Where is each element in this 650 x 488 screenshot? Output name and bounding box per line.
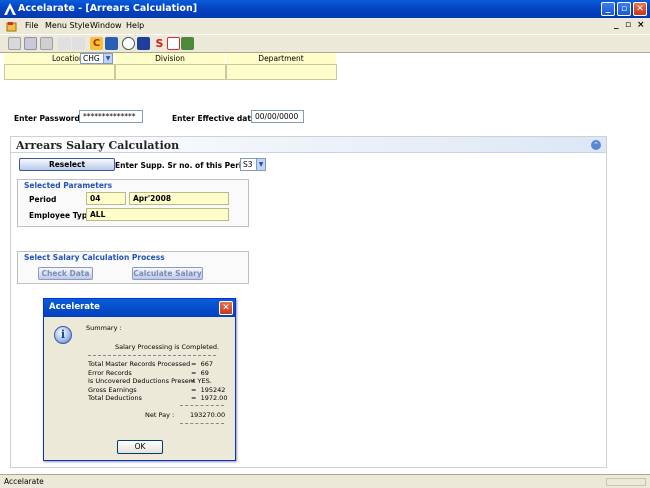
status-bar: Accelarate <box>0 474 650 488</box>
department-label: Department <box>226 53 336 64</box>
minimize-button[interactable]: _ <box>601 2 615 16</box>
dialog-row-value: = 667 <box>191 360 213 368</box>
calculate-salary-button[interactable]: Calculate Salary <box>132 267 203 280</box>
status-panel <box>606 478 646 486</box>
reselect-button[interactable]: Reselect <box>19 158 115 171</box>
dialog-separator <box>180 405 224 406</box>
save-icon[interactable] <box>24 37 37 50</box>
dialog-title: Accelerate <box>49 302 100 312</box>
book-icon[interactable] <box>105 37 118 50</box>
dialog-row-label: Total Deductions <box>88 394 142 402</box>
chevron-down-icon[interactable]: ▼ <box>103 54 112 63</box>
new-icon[interactable] <box>8 37 21 50</box>
dialog-row-label: Is Uncovered Deductions Present <box>88 377 196 385</box>
dialog-row-value: = YES. <box>190 377 212 385</box>
effective-date-label: Enter Effective date: <box>172 114 260 123</box>
period-label: Period <box>29 195 57 204</box>
employee-type-value: ALL <box>86 208 229 221</box>
selected-parameters-title: Selected Parameters <box>24 181 113 190</box>
dialog-close-button[interactable]: ✕ <box>219 301 233 315</box>
dialog-summary: Summary : <box>86 324 122 332</box>
dialog-separator <box>88 355 216 356</box>
supp-combo[interactable]: S3 ▼ <box>240 158 266 171</box>
mdi-close-icon[interactable]: × <box>637 20 645 30</box>
close-button[interactable]: ✕ <box>633 2 647 16</box>
period-month: Apr'2008 <box>129 192 229 205</box>
dialog-row-value: = 195242 <box>191 386 226 394</box>
exit-icon[interactable] <box>181 37 194 50</box>
supp-label: Enter Supp. Sr no. of this Period: <box>115 161 256 170</box>
ok-button[interactable]: OK <box>117 440 163 454</box>
division-label: Division <box>115 53 225 64</box>
menu-file[interactable]: File <box>25 21 38 30</box>
chevron-down-icon[interactable]: ▼ <box>256 159 265 170</box>
menu-bar: File Menu Style Window Help _ ▫ × <box>0 18 650 35</box>
department-cell[interactable] <box>226 64 337 80</box>
period-value: 04 <box>86 192 126 205</box>
salary-icon[interactable]: S <box>153 37 166 50</box>
password-label: Enter Password: <box>14 114 83 123</box>
menu-menu-style[interactable]: Menu Style <box>45 21 90 30</box>
mdi-minimize-icon[interactable]: _ <box>614 20 619 30</box>
clock-icon[interactable] <box>122 37 135 50</box>
dialog-separator <box>180 423 224 424</box>
report-icon[interactable] <box>137 37 150 50</box>
info-icon: i <box>54 326 72 344</box>
location-cell[interactable] <box>4 64 115 80</box>
summary-dialog: Accelerate ✕ i Summary : Salary Processi… <box>43 298 236 461</box>
salary-process-title: Select Salary Calculation Process <box>24 253 165 262</box>
calendar-icon[interactable] <box>167 37 180 50</box>
collapse-icon[interactable]: ⌃ <box>591 140 601 150</box>
dialog-row-label: Gross Earnings <box>88 386 137 394</box>
division-cell[interactable] <box>115 64 226 80</box>
location-combo[interactable]: CHG ▼ <box>80 53 113 64</box>
mdi-restore-icon[interactable]: ▫ <box>625 20 631 30</box>
salary-process-group: Select Salary Calculation Process Check … <box>17 251 249 284</box>
location-label: Location <box>52 54 84 63</box>
dialog-row-value: = 1972.00 <box>191 394 228 402</box>
document-icon[interactable] <box>6 21 17 32</box>
window-title: Accelarate - [Arrears Calculation] <box>18 3 198 14</box>
net-pay-label: Net Pay : <box>145 411 175 419</box>
redo-icon[interactable] <box>72 37 85 50</box>
maximize-button[interactable]: ▫ <box>617 2 631 16</box>
print-icon[interactable] <box>40 37 53 50</box>
menu-help[interactable]: Help <box>126 21 144 30</box>
selected-parameters-group: Selected Parameters Period 04 Apr'2008 E… <box>17 179 249 227</box>
dialog-completed: Salary Processing is Completed. <box>115 343 220 351</box>
calculator-icon[interactable]: C <box>90 37 103 50</box>
dialog-titlebar: Accelerate ✕ <box>44 299 235 317</box>
dialog-row-label: Total Master Records Processed <box>88 360 191 368</box>
dialog-row-value: = 69 <box>191 369 209 377</box>
panel-header: Arrears Salary Calculation ⌃ <box>11 137 606 153</box>
location-value: CHG <box>83 54 100 63</box>
menu-window[interactable]: Window <box>90 21 122 30</box>
toolbar: C S <box>0 35 650 53</box>
app-logo-icon <box>4 3 16 15</box>
password-input[interactable]: ************** <box>79 110 143 123</box>
undo-icon[interactable] <box>58 37 71 50</box>
check-data-button[interactable]: Check Data <box>38 267 93 280</box>
window-titlebar: Accelarate - [Arrears Calculation] _ ▫ ✕ <box>0 0 650 18</box>
dialog-row-label: Error Records <box>88 369 132 377</box>
status-text: Accelarate <box>4 477 44 486</box>
panel-title: Arrears Salary Calculation <box>16 139 180 152</box>
net-pay-value: 193270.00 <box>190 411 226 419</box>
supp-value: S3 <box>243 160 253 169</box>
effective-date-input[interactable]: 00/00/0000 <box>251 110 304 123</box>
